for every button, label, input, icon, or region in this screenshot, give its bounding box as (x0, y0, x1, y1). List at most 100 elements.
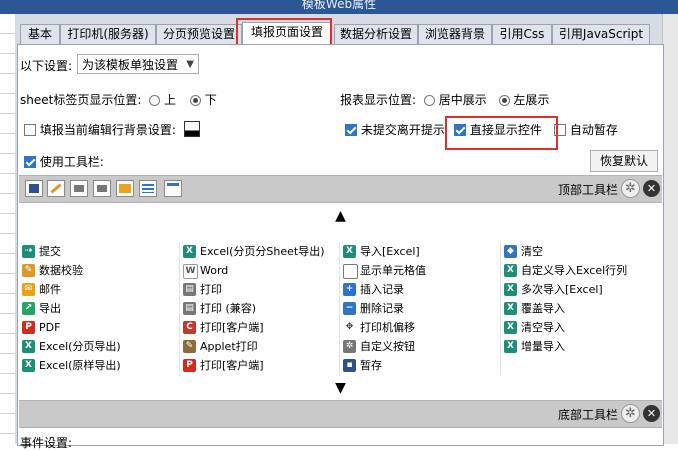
btn-label: Excel(原样导出) (39, 359, 121, 372)
move-down-arrow[interactable]: ▼ (19, 377, 662, 399)
pencil-icon[interactable] (47, 180, 65, 197)
excel-icon: X (504, 283, 517, 296)
tab-basic[interactable]: 基本 (20, 24, 60, 44)
tab-javascript[interactable]: 引用JavaScript (552, 24, 650, 44)
top-toolbar-label: 顶部工具栏 (557, 183, 618, 197)
bottom-toolbar-label: 底部工具栏 (557, 408, 618, 422)
excel-icon: X (183, 245, 196, 258)
btn-pdf[interactable]: P PDF (19, 318, 179, 337)
btn-label: 显示单元格值 (360, 264, 426, 277)
btn-print-client-pdf[interactable]: P 打印[客户端] (180, 356, 339, 375)
excel-icon: X (504, 340, 517, 353)
direct-display-checkbox[interactable] (454, 124, 466, 136)
autosave-label: 自动暂存 (569, 123, 618, 137)
unsaved-prompt-label: 未提交离开提示 (360, 123, 445, 137)
btn-insert-record[interactable]: + 插入记录 (340, 280, 500, 299)
submit-icon: ⇢ (22, 245, 35, 258)
sheet-tab-position-label: sheet标签页显示位置: (20, 93, 142, 107)
excel-icon: X (504, 264, 517, 277)
btn-export[interactable]: ↗ 导出 (19, 299, 179, 318)
unsaved-prompt-checkbox[interactable] (345, 124, 357, 136)
tab-browser-bg[interactable]: 浏览器背景 (418, 24, 492, 44)
btn-overwrite-import[interactable]: X 覆盖导入 (501, 299, 662, 318)
btn-label: 多次导入[Excel] (521, 283, 603, 296)
fill-bg-label: 填报当前编辑行背景设置: (39, 123, 176, 137)
autosave-checkbox[interactable] (554, 124, 566, 136)
btn-temp-save[interactable]: ▪ 暂存 (340, 356, 500, 375)
print-icon[interactable] (70, 180, 88, 197)
btn-excel-sheet[interactable]: X Excel(分页分Sheet导出) (180, 242, 339, 261)
tab-page-preview[interactable]: 分页预览设置 (156, 24, 242, 44)
print-icon[interactable] (93, 180, 111, 197)
btn-print[interactable]: ▤ 打印 (180, 280, 339, 299)
btn-label: 自定义按钮 (360, 340, 415, 353)
btn-label: 导入[Excel] (360, 245, 420, 258)
btn-email[interactable]: ✉ 邮件 (19, 280, 179, 299)
window-title: 模板Web属性 (301, 0, 377, 11)
pencil-icon: ✎ (22, 264, 35, 277)
use-toolbar-checkbox[interactable] (24, 156, 36, 168)
window-icon[interactable] (164, 180, 182, 197)
fill-bg-checkbox[interactable] (24, 124, 36, 136)
btn-word[interactable]: W Word (180, 261, 339, 280)
tab-css[interactable]: 引用Css (492, 24, 552, 44)
top-toolbar-bar[interactable]: 顶部工具栏 ✲ ✕ (19, 175, 662, 203)
sheet-tab-top-radio[interactable] (149, 95, 161, 106)
btn-label: 打印[客户端] (200, 359, 264, 372)
print-icon: ▤ (183, 283, 196, 296)
btn-import-excel[interactable]: X 导入[Excel] (340, 242, 500, 261)
btn-applet-print[interactable]: ✎ Applet打印 (180, 337, 339, 356)
list-icon[interactable] (139, 180, 157, 197)
gear-icon[interactable]: ✲ (621, 179, 640, 198)
chevron-down-icon: ▼ (186, 59, 194, 70)
excel-icon: X (22, 340, 35, 353)
excel-icon: X (504, 302, 517, 315)
save-icon[interactable] (25, 180, 43, 197)
report-center-radio[interactable] (423, 95, 435, 106)
save-icon: ▪ (343, 359, 356, 372)
btn-label: 打印[客户端] (200, 321, 264, 334)
insert-record-icon: + (343, 283, 356, 296)
gear-icon[interactable]: ✲ (621, 404, 640, 423)
btn-printer-offset[interactable]: ✥ 打印机偏移 (340, 318, 500, 337)
tab-fill-page-settings[interactable]: 填报页面设置 (242, 22, 332, 44)
btn-clear[interactable]: ◆ 清空 (501, 242, 662, 261)
tab-data-analysis[interactable]: 数据分析设置 (334, 24, 418, 44)
scope-select[interactable]: 为该模板单独设置 ▼ (77, 54, 199, 74)
btn-submit[interactable]: ⇢ 提交 (19, 242, 179, 261)
bottom-toolbar-bar[interactable]: 底部工具栏 ✲ ✕ (19, 400, 662, 428)
restore-default-button[interactable]: 恢复默认 (590, 150, 658, 172)
btn-show-cell-value[interactable]: 显示单元格值 (340, 261, 500, 280)
email-icon[interactable] (116, 180, 134, 197)
btn-print-client[interactable]: C 打印[客户端] (180, 318, 339, 337)
report-left-label: 左展示 (513, 93, 550, 107)
scope-select-value: 为该模板单独设置 (82, 58, 179, 72)
scope-label: 以下设置: (20, 59, 73, 73)
background-spreadsheet-grid (0, 14, 15, 444)
print-icon: ▤ (183, 302, 196, 315)
btn-data-validate[interactable]: ✎ 数据校验 (19, 261, 179, 280)
btn-label: Word (200, 264, 229, 277)
btn-custom[interactable]: ✲ 自定义按钮 (340, 337, 500, 356)
btn-clear-import[interactable]: X 清空导入 (501, 318, 662, 337)
btn-label: Excel(分页分Sheet导出) (200, 245, 325, 258)
report-position-label: 报表显示位置: (340, 93, 417, 107)
btn-label: Applet打印 (200, 340, 258, 353)
btn-incremental-import[interactable]: X 增量导入 (501, 337, 662, 356)
move-up-arrow[interactable]: ▲ (19, 205, 662, 227)
report-left-radio[interactable] (498, 95, 510, 106)
close-icon[interactable]: ✕ (643, 405, 660, 422)
btn-excel-original[interactable]: X Excel(原样导出) (19, 356, 179, 375)
import-excel-icon: X (343, 245, 356, 258)
btn-print-compat[interactable]: ▤ 打印 (兼容) (180, 299, 339, 318)
use-toolbar-label: 使用工具栏: (39, 155, 104, 169)
paint-bucket-icon[interactable] (183, 121, 200, 137)
btn-excel-page[interactable]: X Excel(分页导出) (19, 337, 179, 356)
btn-custom-import-excel[interactable]: X 自定义导入Excel行列 (501, 261, 662, 280)
btn-delete-record[interactable]: − 删除记录 (340, 299, 500, 318)
tab-printer-server[interactable]: 打印机(服务器) (60, 24, 156, 44)
sheet-tab-bottom-radio[interactable] (189, 95, 201, 106)
btn-multi-import-excel[interactable]: X 多次导入[Excel] (501, 280, 662, 299)
background-scrollbar[interactable] (662, 14, 678, 444)
close-icon[interactable]: ✕ (643, 180, 660, 197)
